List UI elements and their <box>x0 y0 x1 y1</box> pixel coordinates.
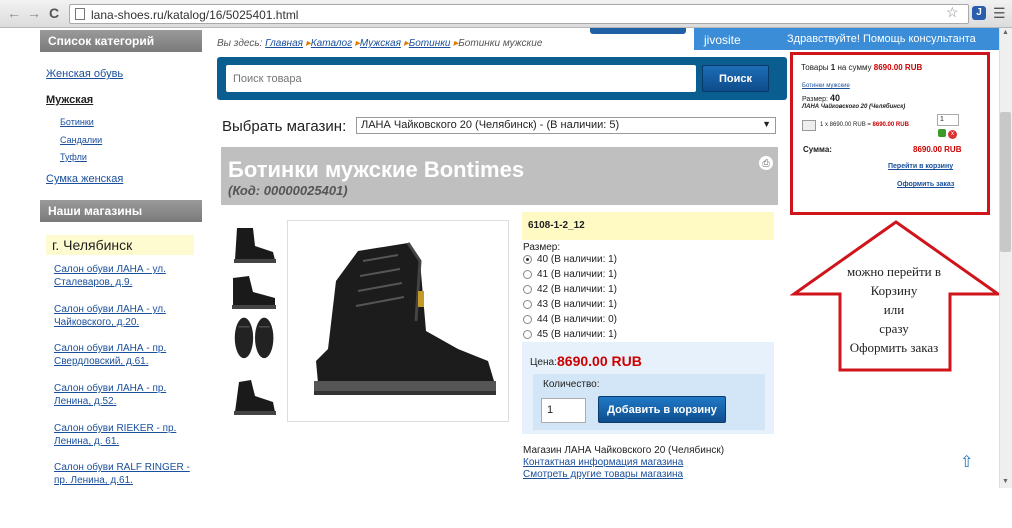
reload-icon[interactable]: C <box>46 5 62 21</box>
breadcrumb-home[interactable]: Главная <box>265 38 303 49</box>
store-info: Магазин ЛАНА Чайковского 20 (Челябинск) … <box>523 445 724 481</box>
thumbnail-2[interactable] <box>229 268 281 314</box>
quantity-input[interactable]: 1 <box>541 398 586 423</box>
cart-total-label: Сумма: <box>803 145 832 154</box>
store-link-4[interactable]: Салон обуви ЛАНА - пр. Ленина, д.52. <box>54 382 194 408</box>
radio-icon[interactable] <box>523 300 532 309</box>
back-icon[interactable]: ← <box>6 5 22 21</box>
store-link-5[interactable]: Салон обуви RIEKER - пр. Ленина, д. 61. <box>54 422 194 448</box>
annotation-text: можно перейти в Корзину или сразу Оформи… <box>846 264 942 355</box>
forward-icon[interactable]: → <box>26 5 42 21</box>
store-select-label: Выбрать магазин: <box>222 118 347 135</box>
url-text: lana-shoes.ru/katalog/16/5025401.html <box>91 8 299 22</box>
radio-icon[interactable] <box>523 255 532 264</box>
store-link-2[interactable]: Салон обуви ЛАНА - ул. Чайковского, д.20… <box>54 303 194 329</box>
store-link-3[interactable]: Салон обуви ЛАНА - пр. Свердловский, д.6… <box>54 342 194 368</box>
size-option-43[interactable]: 43 (В наличии: 1) <box>523 299 617 310</box>
article-number: 6108-1-2_12 <box>528 220 585 231</box>
product-title: Ботинки мужские Bontimes <box>228 157 525 182</box>
chat-widget[interactable]: jivosite Здравствуйте! Помощь консультан… <box>694 28 1012 50</box>
radio-icon[interactable] <box>523 270 532 279</box>
search-button[interactable]: Поиск <box>702 65 769 92</box>
sidebar-item-women[interactable]: Женская обувь <box>46 68 123 80</box>
sidebar-item-bags[interactable]: Сумка женская <box>46 173 123 185</box>
search-input[interactable] <box>226 65 696 92</box>
store-link-6[interactable]: Салон обуви RALF RINGER - пр. Ленина, д.… <box>54 461 194 487</box>
quantity-box: Количество: 1 Добавить в корзину <box>533 374 765 430</box>
quantity-label: Количество: <box>543 379 600 390</box>
add-to-cart-button[interactable]: Добавить в корзину <box>598 396 726 423</box>
store-select-value: ЛАНА Чайковского 20 (Челябинск) - (В нал… <box>361 119 620 131</box>
thumbnail-1[interactable] <box>229 222 281 268</box>
product-header: Ботинки мужские Bontimes (Код: 000000254… <box>221 147 778 205</box>
breadcrumb: Вы здесь: Главная ▸Каталог ▸Мужская ▸Бот… <box>217 38 543 49</box>
refresh-icon[interactable] <box>938 129 946 137</box>
search-bar: Поиск <box>217 57 787 100</box>
article-box: 6108-1-2_12 <box>522 212 774 240</box>
breadcrumb-current: Ботинки мужские <box>458 38 543 49</box>
radio-icon[interactable] <box>523 330 532 339</box>
scroll-down-icon[interactable]: ▼ <box>1002 478 1009 485</box>
size-option-42[interactable]: 42 (В наличии: 1) <box>523 284 617 295</box>
scrollbar-thumb[interactable] <box>1000 112 1011 252</box>
buy-box: Цена: 8690.00 RUB Количество: 1 Добавить… <box>522 342 774 434</box>
sidebar-item-shoes[interactable]: Туфли <box>60 152 87 162</box>
back-to-top-icon[interactable]: ⇧ <box>960 452 973 472</box>
cart-widget: Товары 1 на сумму 8690.00 RUB Ботинки му… <box>790 52 990 215</box>
store-link-1[interactable]: Салон обуви ЛАНА - ул. Сталеваров, д.9. <box>54 263 194 289</box>
product-image[interactable] <box>287 220 509 422</box>
scrollbar-track[interactable] <box>999 28 1012 488</box>
page-icon <box>75 8 85 20</box>
browser-toolbar: ← → C lana-shoes.ru/katalog/16/5025401.h… <box>0 0 1012 28</box>
price-label: Цена: <box>530 357 557 368</box>
size-option-45[interactable]: 45 (В наличии: 1) <box>523 329 617 340</box>
sidebar-item-sandals[interactable]: Сандалии <box>60 135 102 145</box>
checkout-link[interactable]: Оформить заказ <box>897 181 954 188</box>
boot-image <box>314 242 496 395</box>
city-title: г. Челябинск <box>46 235 194 255</box>
store-select[interactable]: ЛАНА Чайковского 20 (Челябинск) - (В нал… <box>356 117 776 134</box>
cart-summary: Товары 1 на сумму 8690.00 RUB <box>801 63 923 72</box>
breadcrumb-catalog[interactable]: Каталог <box>311 38 352 49</box>
store-name: Магазин ЛАНА Чайковского 20 (Челябинск) <box>523 445 725 456</box>
size-option-41[interactable]: 41 (В наличии: 1) <box>523 269 617 280</box>
cart-item-link[interactable]: Ботинки мужские <box>802 83 850 89</box>
address-bar[interactable]: lana-shoes.ru/katalog/16/5025401.html <box>69 4 969 24</box>
chat-logo: jivosite <box>694 28 772 50</box>
thumbnail-3[interactable] <box>229 314 281 360</box>
radio-icon[interactable] <box>523 315 532 324</box>
go-to-cart-link[interactable]: Перейти в корзину <box>888 163 953 170</box>
menu-icon[interactable]: ☰ <box>993 5 1006 22</box>
cart-item-line: 1 x 8690.00 RUB = 8690.00 RUB <box>820 122 909 128</box>
top-strip-button[interactable] <box>590 28 686 34</box>
dropdown-arrow-icon: ▼ <box>762 119 771 129</box>
extension-icon[interactable]: J <box>972 6 986 20</box>
bookmark-star-icon[interactable]: ☆ <box>946 4 959 21</box>
size-option-44[interactable]: 44 (В наличии: 0) <box>523 314 617 325</box>
cart-item-store: ЛАНА Чайковского 20 (Челябинск) <box>802 104 906 110</box>
breadcrumb-boots[interactable]: Ботинки <box>409 38 451 49</box>
sidebar-item-men[interactable]: Мужская <box>46 94 93 106</box>
cart-total-value: 8690.00 RUB <box>913 145 962 154</box>
cart-qty-input[interactable]: 1 <box>937 114 959 126</box>
sidebar-item-boots[interactable]: Ботинки <box>60 117 94 127</box>
chat-text: Здравствуйте! Помощь консультанта <box>787 33 976 45</box>
scroll-up-icon[interactable]: ▲ <box>1002 29 1009 36</box>
delete-icon[interactable]: x <box>948 130 957 139</box>
price-value: 8690.00 RUB <box>557 353 642 369</box>
thumbnail-4[interactable] <box>229 374 281 420</box>
size-option-40[interactable]: 40 (В наличии: 1) <box>523 254 617 265</box>
radio-icon[interactable] <box>523 285 532 294</box>
print-icon[interactable]: ⎙ <box>759 156 773 170</box>
stores-header: Наши магазины <box>40 200 202 222</box>
size-title: Размер: <box>523 242 561 253</box>
cart-item-thumb-icon <box>802 120 816 131</box>
cart-item-size: Размер: 40 <box>802 93 840 103</box>
product-code: (Код: 00000025401) <box>228 183 348 198</box>
categories-header: Список категорий <box>40 30 202 52</box>
store-other-goods-link[interactable]: Смотреть другие товары магазина <box>523 469 683 480</box>
breadcrumb-men[interactable]: Мужская <box>360 38 401 49</box>
store-contact-link[interactable]: Контактная информация магазина <box>523 457 683 468</box>
breadcrumb-prefix: Вы здесь: <box>217 38 263 49</box>
